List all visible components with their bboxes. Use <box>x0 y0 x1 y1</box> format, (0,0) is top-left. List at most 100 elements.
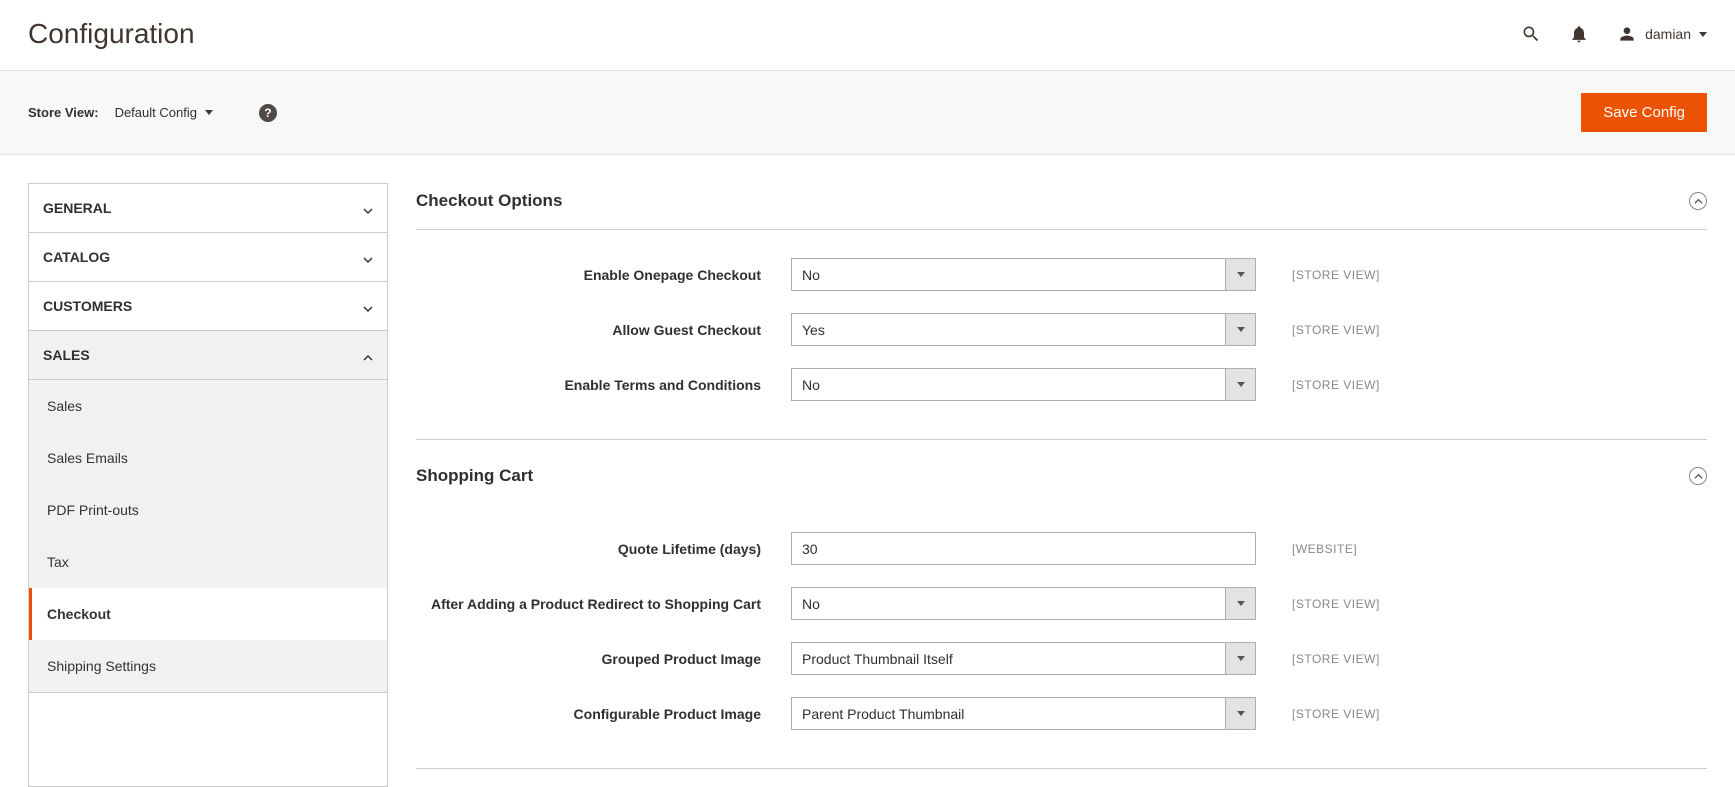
chevron-down-icon <box>1237 382 1245 387</box>
field-control: Yes <box>791 313 1256 346</box>
select-enable-onepage-checkout[interactable]: No <box>791 258 1256 291</box>
sidebar-section-catalog[interactable]: CATALOG <box>29 233 387 282</box>
scope-hint: [STORE VIEW] <box>1292 268 1380 282</box>
select-value: No <box>792 369 1225 400</box>
chevron-down-icon <box>363 301 373 311</box>
page-header: Configuration damian <box>0 0 1735 70</box>
collapse-icon <box>1689 467 1707 485</box>
scope-hint: [WEBSITE] <box>1292 542 1357 556</box>
chevron-down-icon <box>1237 601 1245 606</box>
main-area: GENERAL CATALOG CUSTOMERS SALES Sales <box>0 155 1735 787</box>
chevron-down-icon <box>1237 711 1245 716</box>
user-name: damian <box>1645 26 1691 42</box>
field-control: Parent Product Thumbnail <box>791 697 1256 730</box>
section-title: Checkout Options <box>416 191 562 211</box>
store-view-selector[interactable]: Default Config <box>115 105 213 120</box>
select-configurable-product-image[interactable]: Parent Product Thumbnail <box>791 697 1256 730</box>
chevron-down-icon <box>363 252 373 262</box>
scope-hint: [STORE VIEW] <box>1292 378 1380 392</box>
section-title: Shopping Cart <box>416 466 533 486</box>
select-allow-guest-checkout[interactable]: Yes <box>791 313 1256 346</box>
select-value: No <box>792 259 1225 290</box>
sidebar-item-checkout[interactable]: Checkout <box>29 588 387 640</box>
store-view-value: Default Config <box>115 105 197 120</box>
select-toggle <box>1225 643 1255 674</box>
save-config-button[interactable]: Save Config <box>1581 93 1707 132</box>
section-divider <box>416 439 1707 440</box>
chevron-down-icon <box>205 110 213 115</box>
sidebar-item-shipping-settings[interactable]: Shipping Settings <box>29 640 387 692</box>
select-toggle <box>1225 588 1255 619</box>
select-value: No <box>792 588 1225 619</box>
scope-hint: [STORE VIEW] <box>1292 597 1380 611</box>
field-label: After Adding a Product Redirect to Shopp… <box>416 596 791 612</box>
field-label: Configurable Product Image <box>416 706 791 722</box>
chevron-up-icon <box>363 350 373 360</box>
input-quote-lifetime[interactable] <box>791 532 1256 565</box>
field-configurable-product-image: Configurable Product Image Parent Produc… <box>416 697 1707 730</box>
user-icon <box>1617 24 1637 44</box>
chevron-down-icon <box>1237 272 1245 277</box>
chevron-down-icon <box>1699 32 1707 37</box>
sidebar-section-label: GENERAL <box>43 200 111 216</box>
form-rows: Quote Lifetime (days) [WEBSITE] After Ad… <box>416 504 1707 760</box>
select-toggle <box>1225 314 1255 345</box>
scope-hint: [STORE VIEW] <box>1292 652 1380 666</box>
sidebar-section-sales[interactable]: SALES Sales Sales Emails PDF Print-outs … <box>29 331 387 693</box>
select-toggle <box>1225 369 1255 400</box>
sidebar-item-sales[interactable]: Sales <box>29 380 387 432</box>
help-icon[interactable]: ? <box>259 104 277 122</box>
collapse-icon <box>1689 192 1707 210</box>
store-view-label: Store View: <box>28 105 99 120</box>
field-enable-terms-conditions: Enable Terms and Conditions No [STORE VI… <box>416 368 1707 401</box>
user-menu[interactable]: damian <box>1617 24 1707 44</box>
scope-left: Store View: Default Config ? <box>28 104 277 122</box>
field-label: Quote Lifetime (days) <box>416 541 791 557</box>
scope-hint: [STORE VIEW] <box>1292 707 1380 721</box>
sidebar-item-tax[interactable]: Tax <box>29 536 387 588</box>
chevron-down-icon <box>363 203 373 213</box>
field-label: Enable Terms and Conditions <box>416 377 791 393</box>
notification-icon[interactable] <box>1569 24 1589 44</box>
field-redirect-to-cart: After Adding a Product Redirect to Shopp… <box>416 587 1707 620</box>
section-checkout-options: Checkout Options Enable Onepage Checkout… <box>416 183 1707 440</box>
field-grouped-product-image: Grouped Product Image Product Thumbnail … <box>416 642 1707 675</box>
sidebar-section-label: SALES <box>43 347 90 363</box>
section-header-shopping-cart[interactable]: Shopping Cart <box>416 458 1707 504</box>
field-control: Product Thumbnail Itself <box>791 642 1256 675</box>
config-content: Checkout Options Enable Onepage Checkout… <box>416 183 1707 787</box>
field-control: No <box>791 587 1256 620</box>
select-grouped-product-image[interactable]: Product Thumbnail Itself <box>791 642 1256 675</box>
sidebar-item-sales-emails[interactable]: Sales Emails <box>29 432 387 484</box>
field-control: No <box>791 368 1256 401</box>
field-label: Grouped Product Image <box>416 651 791 667</box>
sidebar-sub-sales: Sales Sales Emails PDF Print-outs Tax Ch… <box>29 380 387 692</box>
section-shopping-cart: Shopping Cart Quote Lifetime (days) [WEB… <box>416 458 1707 769</box>
chevron-down-icon <box>1237 656 1245 661</box>
select-redirect-to-cart[interactable]: No <box>791 587 1256 620</box>
page-title: Configuration <box>28 18 195 50</box>
config-sidebar: GENERAL CATALOG CUSTOMERS SALES Sales <box>28 183 388 787</box>
field-label: Enable Onepage Checkout <box>416 267 791 283</box>
field-control: No <box>791 258 1256 291</box>
select-value: Product Thumbnail Itself <box>792 643 1225 674</box>
sidebar-section-label: CUSTOMERS <box>43 298 132 314</box>
section-header-checkout-options[interactable]: Checkout Options <box>416 183 1707 230</box>
search-icon[interactable] <box>1521 24 1541 44</box>
field-quote-lifetime: Quote Lifetime (days) [WEBSITE] <box>416 532 1707 565</box>
field-allow-guest-checkout: Allow Guest Checkout Yes [STORE VIEW] <box>416 313 1707 346</box>
select-enable-terms-conditions[interactable]: No <box>791 368 1256 401</box>
select-toggle <box>1225 259 1255 290</box>
field-control <box>791 532 1256 565</box>
select-value: Parent Product Thumbnail <box>792 698 1225 729</box>
sidebar-section-label: CATALOG <box>43 249 110 265</box>
field-enable-onepage-checkout: Enable Onepage Checkout No [STORE VIEW] <box>416 258 1707 291</box>
scope-bar: Store View: Default Config ? Save Config <box>0 70 1735 155</box>
sidebar-section-general[interactable]: GENERAL <box>29 184 387 233</box>
sidebar-item-pdf-printouts[interactable]: PDF Print-outs <box>29 484 387 536</box>
field-label: Allow Guest Checkout <box>416 322 791 338</box>
sidebar-section-customers[interactable]: CUSTOMERS <box>29 282 387 331</box>
select-toggle <box>1225 698 1255 729</box>
chevron-down-icon <box>1237 327 1245 332</box>
header-actions: damian <box>1521 24 1707 44</box>
